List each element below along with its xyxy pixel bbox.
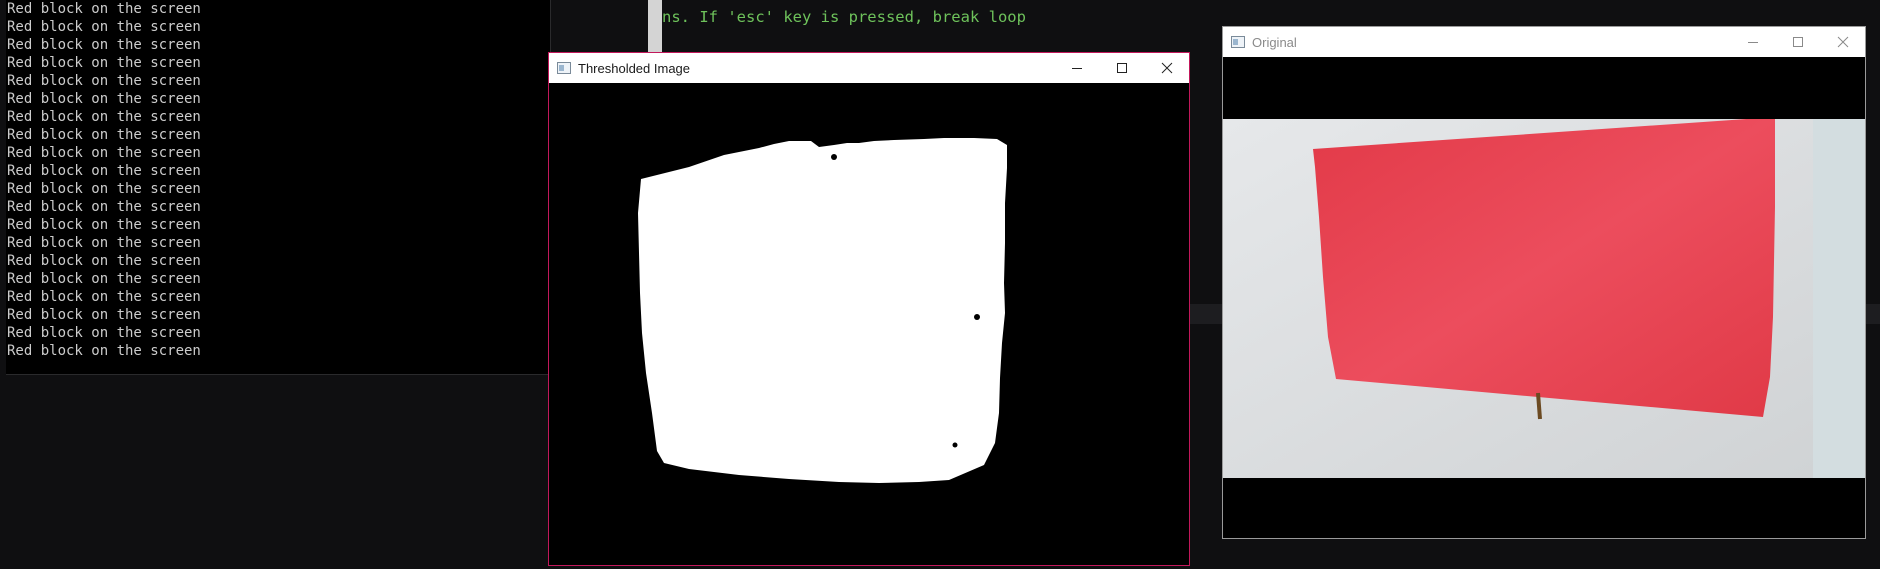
close-button[interactable] [1820,27,1865,57]
app-window-icon [557,62,571,74]
console-line: Red block on the screen [7,1,201,17]
console-line: Red block on the screen [7,37,201,53]
minimize-button[interactable] [1054,53,1099,83]
thresholded-image-window[interactable]: Thresholded Image [548,52,1190,566]
console-line: Red block on the screen [7,163,201,179]
console-line: Red block on the screen [7,55,201,71]
console-line: Red block on the screen [7,19,201,35]
close-button[interactable] [1144,53,1189,83]
maximize-icon [1792,37,1803,47]
console-line: Red block on the screen [7,91,201,107]
maximize-icon [1116,63,1127,73]
console-line: Red block on the screen [7,145,201,161]
console-line: Red block on the screen [7,181,201,197]
minimize-icon [1747,42,1758,43]
console-line: Red block on the screen [7,235,201,251]
thresholded-title-bar[interactable]: Thresholded Image [549,53,1189,83]
thresholded-mask-image [549,83,1189,565]
red-block [1313,117,1775,417]
window-title: Original [1252,34,1297,50]
editor-code-line: ns. If 'esc' key is pressed, break loop [662,8,1026,26]
original-title-bar[interactable]: Original [1223,27,1865,57]
console-line: Red block on the screen [7,343,201,359]
console-line: Red block on the screen [7,307,201,323]
console-line: Red block on the screen [7,253,201,269]
console-line: Red block on the screen [7,73,201,89]
window-title: Thresholded Image [578,60,691,76]
window-controls [1730,27,1865,57]
app-window-icon [1231,36,1245,48]
maximize-button[interactable] [1099,53,1144,83]
original-window[interactable]: Original [1222,26,1866,539]
maximize-button[interactable] [1775,27,1820,57]
console-line: Red block on the screen [7,127,201,143]
original-camera-canvas [1223,57,1865,538]
console-line: Red block on the screen [7,325,201,341]
white-mask-blob [638,138,1007,483]
camera-frame-image [1223,57,1865,538]
close-icon [1837,36,1848,48]
console-line: Red block on the screen [7,109,201,125]
console-line: Red block on the screen [7,271,201,287]
console-line: Red block on the screen [7,289,201,305]
editor-scrollbar[interactable] [648,0,662,55]
window-controls [1054,53,1189,83]
thresholded-image-canvas [549,83,1189,565]
minimize-button[interactable] [1730,27,1775,57]
minimize-icon [1071,68,1082,69]
console-line: Red block on the screen [7,217,201,233]
console-line: Red block on the screen [7,199,201,215]
close-icon [1161,62,1172,74]
console-output: Red block on the screen Red block on the … [6,0,551,375]
